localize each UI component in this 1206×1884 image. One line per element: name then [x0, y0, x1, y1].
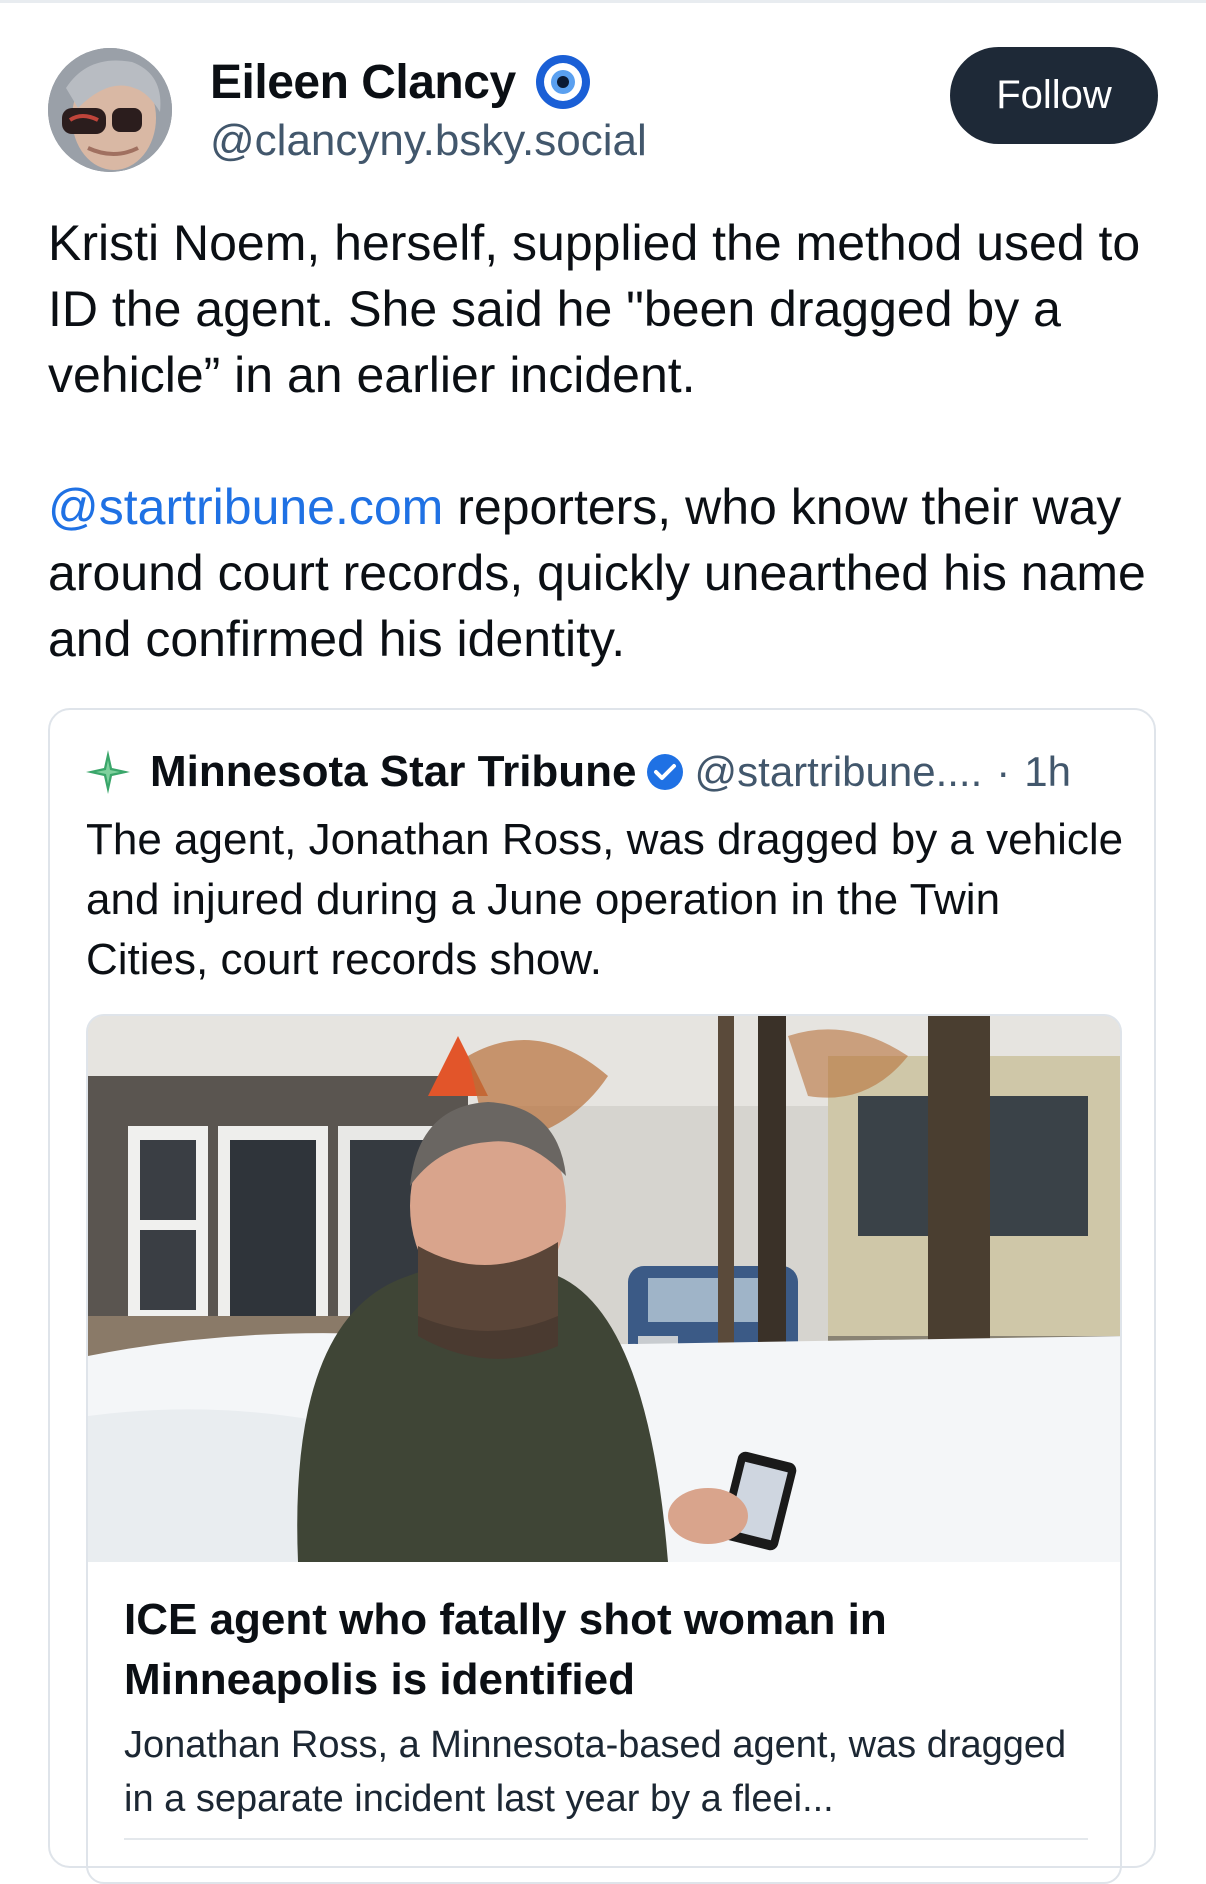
star-tribune-logo-icon	[86, 750, 130, 794]
quoted-post-text: The agent, Jonathan Ross, was dragged by…	[86, 815, 1124, 984]
quoted-author-handle[interactable]: @startribune....	[695, 748, 983, 796]
top-divider	[0, 0, 1206, 3]
verified-check-icon	[646, 754, 683, 790]
link-card[interactable]: ICE agent who fatally shot woman in Minn…	[86, 1014, 1122, 1884]
post-body: Kristi Noem, herself, supplied the metho…	[48, 210, 1168, 672]
post-paragraph: Kristi Noem, herself, supplied the metho…	[48, 215, 1141, 403]
author-name-row: Eileen Clancy	[210, 50, 592, 114]
eye-badge-icon	[535, 55, 590, 109]
quoted-post[interactable]: Minnesota Star Tribune @startribune.... …	[48, 708, 1156, 1884]
follow-button[interactable]: Follow	[950, 47, 1158, 144]
separator-dot: ·	[996, 748, 1011, 795]
author-display-name[interactable]: Eileen Clancy	[210, 55, 516, 110]
quoted-author-name[interactable]: Minnesota Star Tribune	[150, 747, 637, 797]
author-handle[interactable]: @clancyny.bsky.social	[210, 116, 647, 166]
post-paragraph: @startribune.com reporters, who know the…	[48, 474, 1168, 672]
link-card-description: Jonathan Ross, a Minnesota-based agent, …	[124, 1724, 1067, 1820]
mention-link[interactable]: @startribune.com	[48, 479, 443, 535]
quoted-post-header: Minnesota Star Tribune @startribune.... …	[84, 742, 1071, 802]
quoted-post-time[interactable]: 1h	[1024, 748, 1071, 796]
article-thumbnail	[88, 1016, 1120, 1562]
link-card-title[interactable]: ICE agent who fatally shot woman in Minn…	[124, 1590, 1084, 1710]
avatar[interactable]	[48, 48, 172, 172]
